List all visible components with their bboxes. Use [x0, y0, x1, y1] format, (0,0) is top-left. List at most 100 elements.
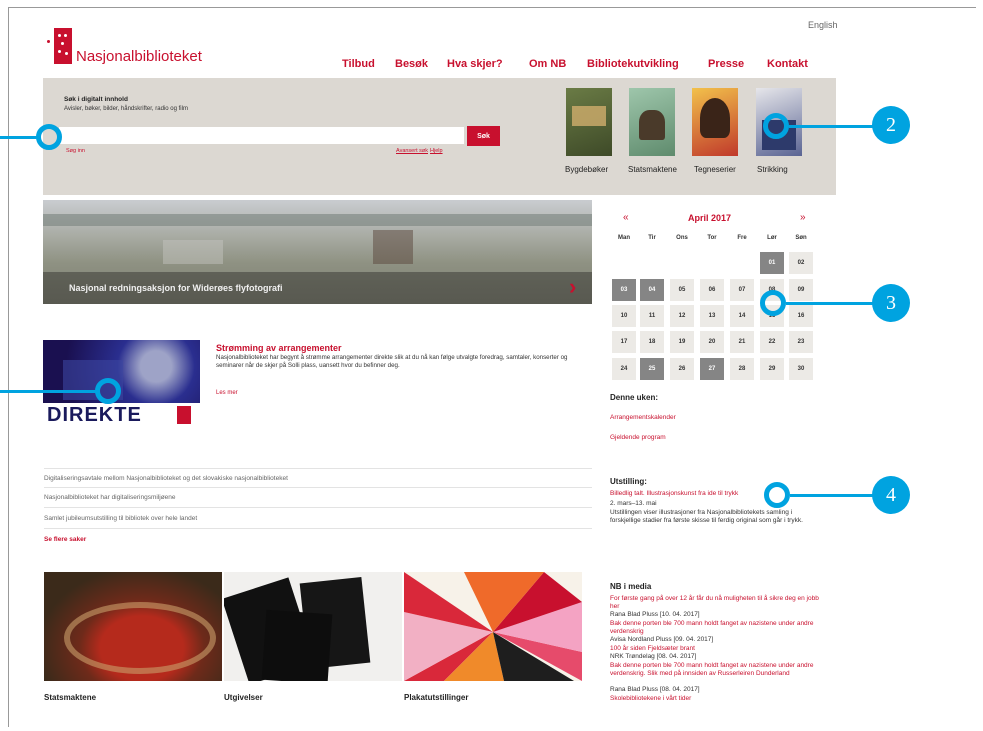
calendar-day[interactable]: 09	[789, 279, 813, 301]
calendar-next-button[interactable]: »	[800, 212, 806, 223]
exhibition-heading: Utstilling:	[610, 477, 647, 486]
callout-line-1	[0, 136, 40, 139]
calendar-day[interactable]: 04	[640, 279, 664, 301]
search-button[interactable]: Søk	[467, 126, 500, 146]
calendar-day[interactable]: 05	[670, 279, 694, 301]
calendar-day[interactable]: 27	[700, 358, 724, 380]
calendar-day[interactable]: 20	[700, 331, 724, 353]
hero-banner[interactable]: Nasjonal redningsaksjon for Widerøes fly…	[43, 200, 592, 304]
nav-besok[interactable]: Besøk	[395, 58, 428, 70]
nav-bibliotekutvikling[interactable]: Bibliotekutvikling	[587, 58, 679, 70]
media-source: Avisa Nordland Pluss [09. 04. 2017]	[610, 636, 714, 643]
callout-marker-3	[760, 290, 786, 316]
calendar-day[interactable]: 11	[640, 305, 664, 327]
search-subtitle: Avisler, bøker, bilder, håndskrifter, ra…	[64, 106, 188, 112]
calendar-day[interactable]: 25	[640, 358, 664, 380]
news-read-more-link[interactable]: Les mer	[216, 390, 238, 396]
callout-marker-2	[763, 113, 789, 139]
book-label-strikking[interactable]: Strikking	[757, 165, 788, 174]
calendar-weekday: Fre	[737, 235, 747, 241]
media-link[interactable]: Bak denne porten ble 700 mann holdt fang…	[610, 662, 822, 678]
callout-number-4: 4	[872, 476, 910, 514]
book-cover-bygdeboker[interactable]	[566, 88, 612, 156]
tile-utgivelser-image[interactable]	[224, 572, 402, 681]
logo-icon[interactable]	[54, 28, 72, 64]
calendar-day[interactable]: 13	[700, 305, 724, 327]
calendar-month: April 2017	[688, 213, 732, 223]
calendar-weekday: Tir	[648, 235, 656, 241]
calendar-day[interactable]: 22	[760, 331, 784, 353]
calendar-day[interactable]: 17	[612, 331, 636, 353]
livestream-image[interactable]: DIREKTE	[43, 340, 200, 428]
tile-statsmaktene-image[interactable]	[44, 572, 222, 681]
calendar-day[interactable]: 12	[670, 305, 694, 327]
search-title: Søk i digitalt innhold	[64, 96, 128, 103]
calendar-day[interactable]: 03	[612, 279, 636, 301]
tile-label-utgivelser[interactable]: Utgivelser	[224, 693, 263, 702]
book-label-bygdeboker[interactable]: Bygdebøker	[565, 165, 608, 174]
tile-label-statsmaktene[interactable]: Statsmaktene	[44, 693, 96, 702]
calendar-day[interactable]: 14	[730, 305, 754, 327]
language-link[interactable]: English	[808, 20, 838, 30]
callout-line-5	[0, 390, 96, 393]
help-link[interactable]: Hjelp	[430, 148, 443, 154]
event-calendar-link[interactable]: Arrangementskalender	[610, 414, 676, 421]
calendar-day[interactable]: 29	[760, 358, 784, 380]
calendar-day[interactable]: 24	[612, 358, 636, 380]
calendar-weekday: Lør	[767, 235, 777, 241]
calendar-weekday: Ons	[676, 235, 688, 241]
media-link[interactable]: Bak denne porten ble 700 mann holdt fang…	[610, 620, 822, 636]
list-divider	[44, 507, 592, 508]
media-source: Rana Blad Pluss [10. 04. 2017]	[610, 611, 700, 618]
page: English Nasjonalbiblioteket Tilbud Besøk…	[0, 0, 983, 731]
book-label-tegneserier[interactable]: Tegneserier	[694, 165, 736, 174]
calendar-day[interactable]: 07	[730, 279, 754, 301]
nav-om-nb[interactable]: Om NB	[529, 58, 566, 70]
book-cover-statsmaktene[interactable]	[629, 88, 675, 156]
calendar-prev-button[interactable]: «	[623, 212, 629, 223]
callout-line-4	[790, 494, 873, 497]
calendar-day[interactable]: 10	[612, 305, 636, 327]
media-link[interactable]: Skolebibliotekene i vårt tider	[610, 695, 822, 703]
book-label-statsmaktene[interactable]: Statsmaktene	[628, 165, 677, 174]
calendar-day[interactable]: 01	[760, 252, 784, 274]
nav-kontakt[interactable]: Kontakt	[767, 58, 808, 70]
calendar-day[interactable]: 16	[789, 305, 813, 327]
see-more-link[interactable]: Se flere saker	[44, 536, 86, 543]
list-item[interactable]: Samlet jubileumsutstilling til bibliotek…	[44, 515, 592, 522]
search-help-link[interactable]: Søg inn	[66, 148, 85, 154]
plakat-pattern-icon	[404, 572, 582, 681]
site-logo-text[interactable]: Nasjonalbiblioteket	[76, 48, 202, 65]
calendar-day[interactable]: 26	[670, 358, 694, 380]
nav-presse[interactable]: Presse	[708, 58, 744, 70]
callout-line-2	[789, 125, 873, 128]
book-cover-tegneserier[interactable]	[692, 88, 738, 156]
calendar-day[interactable]: 30	[789, 358, 813, 380]
media-link[interactable]: 100 år siden Fjeldsæter brant	[610, 645, 822, 653]
hero-next-arrow-icon[interactable]: ›	[569, 274, 576, 300]
advanced-search-link[interactable]: Avansert søk	[396, 148, 428, 154]
calendar-day[interactable]: 06	[700, 279, 724, 301]
calendar-day[interactable]: 19	[670, 331, 694, 353]
callout-line-3	[786, 302, 873, 305]
tile-label-plakatutstillinger[interactable]: Plakatutstillinger	[404, 693, 468, 702]
tile-plakat-image[interactable]	[404, 572, 582, 681]
hero-caption[interactable]: Nasjonal redningsaksjon for Widerøes fly…	[69, 283, 282, 293]
list-divider	[44, 528, 592, 529]
list-divider	[44, 468, 592, 469]
news-title[interactable]: Strømming av arrangementer	[216, 343, 342, 353]
calendar-day[interactable]: 21	[730, 331, 754, 353]
exhibition-description: Utstillingen viser illustrasjoner fra Na…	[610, 509, 803, 524]
media-source: Rana Blad Pluss [08. 04. 2017]	[610, 686, 700, 693]
calendar-day[interactable]: 02	[789, 252, 813, 274]
calendar-day[interactable]: 23	[789, 331, 813, 353]
nav-hva-skjer[interactable]: Hva skjer?	[447, 58, 503, 70]
nav-tilbud[interactable]: Tilbud	[342, 58, 375, 70]
calendar-day[interactable]: 18	[640, 331, 664, 353]
list-item[interactable]: Digitaliseringsavtale mellom Nasjonalbib…	[44, 475, 592, 482]
list-item[interactable]: Nasjonalbiblioteket har digitaliseringsm…	[44, 494, 592, 501]
media-link[interactable]: For første gang på over 12 år får du nå …	[610, 595, 822, 611]
current-program-link[interactable]: Gjeldende program	[610, 434, 666, 441]
calendar-day[interactable]: 28	[730, 358, 754, 380]
search-input[interactable]	[59, 127, 464, 144]
